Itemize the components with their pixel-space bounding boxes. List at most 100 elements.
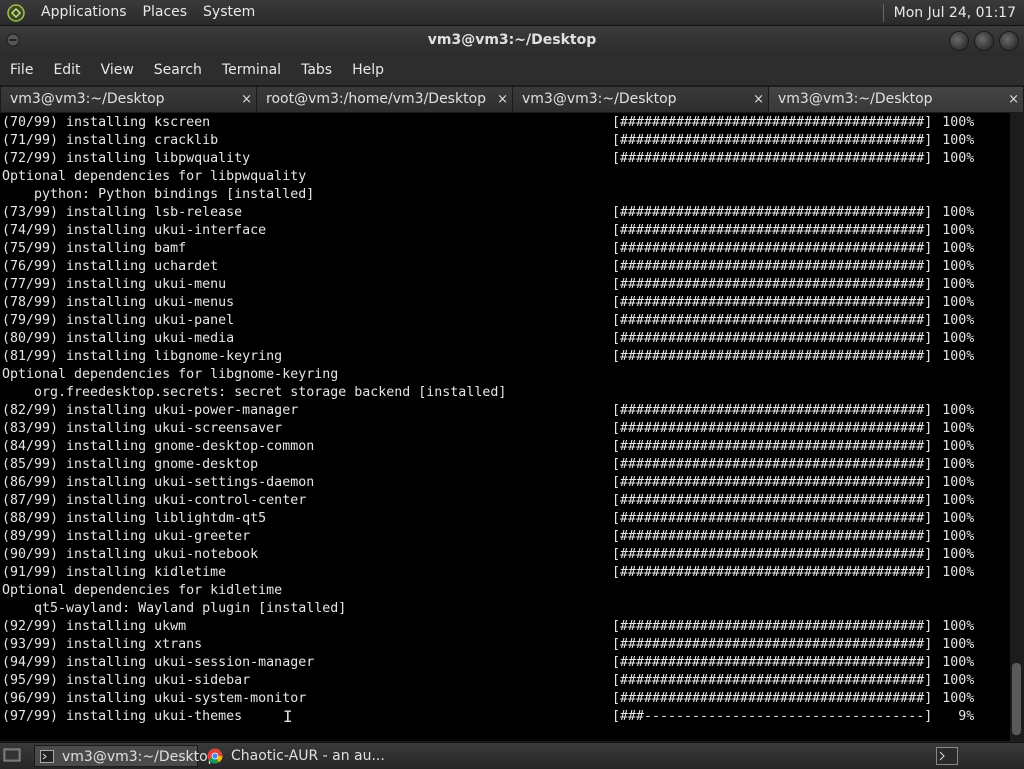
menu-file[interactable]: File (0, 62, 43, 78)
tab-1[interactable]: vm3@vm3:~/Desktop × (0, 86, 257, 113)
tab-2[interactable]: root@vm3:/home/vm3/Desktop × (256, 86, 513, 113)
progress-percent: 100% (942, 637, 975, 652)
progress-bar-text: [######################################]… (612, 492, 974, 510)
terminal-scrollbar[interactable] (1010, 113, 1024, 741)
progress-percent: 100% (942, 565, 975, 580)
tab-4-active[interactable]: vm3@vm3:~/Desktop × (768, 86, 1024, 113)
window-titlebar[interactable]: vm3@vm3:~/Desktop (0, 26, 1024, 55)
terminal-line: Optional dependencies for libgnome-keyri… (2, 367, 339, 382)
progress-bar-text: [######################################]… (612, 222, 974, 240)
progress-bar: [######################################] (612, 259, 933, 274)
progress-bar: [######################################] (612, 349, 933, 364)
progress-percent: 100% (942, 349, 975, 364)
applications-menu[interactable]: Applications (33, 0, 135, 25)
progress-percent: 100% (942, 439, 975, 454)
progress-bar: [######################################] (612, 673, 933, 688)
progress-bar: [######################################] (612, 529, 933, 544)
progress-percent: 100% (942, 529, 975, 544)
distro-logo-icon[interactable] (7, 3, 25, 22)
terminal-line: (88/99) installing liblightdm-qt5 (2, 511, 267, 526)
progress-percent: 100% (942, 475, 975, 490)
progress-bar: [######################################] (612, 151, 933, 166)
terminal-line: (83/99) installing ukui-screensaver (2, 421, 283, 436)
terminal-line: (71/99) installing cracklib (2, 133, 219, 148)
progress-bar: [######################################] (612, 241, 933, 256)
progress-percent: 100% (942, 133, 975, 148)
taskbar-item-browser[interactable]: Chaotic-AUR - an au... (204, 745, 394, 767)
terminal-line: (97/99) installing ukui-themes (2, 709, 243, 724)
show-desktop-icon[interactable] (3, 748, 21, 764)
terminal-line: python: Python bindings [installed] (2, 187, 315, 202)
places-menu[interactable]: Places (135, 0, 196, 25)
menu-help[interactable]: Help (342, 62, 394, 78)
progress-bar-text: [######################################]… (612, 402, 974, 420)
terminal-line: (86/99) installing ukui-settings-daemon (2, 475, 315, 490)
terminal-line: (82/99) installing ukui-power-manager (2, 403, 299, 418)
menu-terminal[interactable]: Terminal (212, 62, 291, 78)
progress-bar: [######################################] (612, 475, 933, 490)
progress-bar: [######################################] (612, 493, 933, 508)
close-icon[interactable]: × (1008, 87, 1019, 112)
progress-percent: 100% (942, 295, 975, 310)
clock[interactable]: Mon Jul 24, 01:17 (894, 5, 1024, 21)
tab-3[interactable]: vm3@vm3:~/Desktop × (512, 86, 769, 113)
terminal-line: (79/99) installing ukui-panel (2, 313, 235, 328)
progress-percent: 100% (942, 259, 975, 274)
progress-bar: [######################################] (612, 223, 933, 238)
progress-bar-text: [######################################]… (612, 294, 974, 312)
terminal-line: (89/99) installing ukui-greeter (2, 529, 251, 544)
progress-percent: 100% (942, 619, 975, 634)
progress-percent: 100% (942, 673, 975, 688)
progress-bar: [######################################] (612, 547, 933, 562)
progress-bar-text: [######################################]… (612, 204, 974, 222)
progress-bar: [######################################] (612, 205, 933, 220)
terminal-line: (70/99) installing kscreen (2, 115, 211, 130)
close-icon[interactable]: × (241, 87, 252, 112)
progress-bar-text: [######################################]… (612, 690, 974, 708)
terminal-line: (93/99) installing xtrans (2, 637, 203, 652)
terminal-line: (94/99) installing ukui-session-manager (2, 655, 315, 670)
terminal-line: (77/99) installing ukui-menu (2, 277, 227, 292)
taskbar-item-terminal[interactable]: vm3@vm3:~/Desktop (34, 745, 217, 767)
progress-bar: [######################################] (612, 115, 933, 130)
scrollbar-thumb[interactable] (1012, 663, 1021, 735)
progress-bar: [######################################] (612, 331, 933, 346)
terminal-line: (73/99) installing lsb-release (2, 205, 243, 220)
bottom-taskbar: vm3@vm3:~/Desktop Chaotic-AUR - an au... (0, 742, 1024, 769)
tab-bar: vm3@vm3:~/Desktop × root@vm3:/home/vm3/D… (0, 86, 1024, 113)
progress-bar-text: [######################################]… (612, 474, 974, 492)
terminal-line: (75/99) installing bamf (2, 241, 187, 256)
terminal-line: (91/99) installing kidletime (2, 565, 227, 580)
progress-percent: 100% (942, 655, 975, 670)
progress-bar-text: [######################################]… (612, 276, 974, 294)
menu-edit[interactable]: Edit (43, 62, 90, 78)
terminal-menubar: File Edit View Search Terminal Tabs Help (0, 55, 1024, 85)
progress-bar-text: [######################################]… (612, 312, 974, 330)
menu-tabs[interactable]: Tabs (291, 62, 342, 78)
progress-percent: 100% (942, 205, 975, 220)
taskbar-item-label: Chaotic-AUR - an au... (231, 748, 385, 764)
terminal-icon (40, 750, 54, 763)
terminal-line: (92/99) installing ukwm (2, 619, 187, 634)
menu-view[interactable]: View (91, 62, 144, 78)
terminal-output[interactable]: (70/99) installing kscreen [#############… (0, 113, 1010, 741)
progress-percent: 100% (942, 547, 975, 562)
terminal-tray-icon[interactable] (936, 747, 958, 765)
menu-search[interactable]: Search (144, 62, 212, 78)
progress-bar-text: [######################################]… (612, 564, 974, 582)
terminal-line: qt5-wayland: Wayland plugin [installed] (2, 601, 347, 616)
tab-label: root@vm3:/home/vm3/Desktop (266, 91, 487, 107)
close-icon[interactable]: × (753, 87, 764, 112)
close-window-button[interactable] (999, 31, 1019, 51)
progress-bar-text: [######################################]… (612, 132, 974, 150)
terminal-line: (76/99) installing uchardet (2, 259, 219, 274)
tab-label: vm3@vm3:~/Desktop (778, 91, 933, 107)
terminal-line: Optional dependencies for libpwquality (2, 169, 307, 184)
close-icon[interactable]: × (497, 87, 508, 112)
terminal-line: (74/99) installing ukui-interface (2, 223, 267, 238)
system-menu[interactable]: System (195, 0, 263, 25)
terminal-line: Optional dependencies for kidletime (2, 583, 283, 598)
minimize-button[interactable] (949, 31, 969, 51)
maximize-button[interactable] (974, 31, 994, 51)
progress-bar: [######################################] (612, 313, 933, 328)
